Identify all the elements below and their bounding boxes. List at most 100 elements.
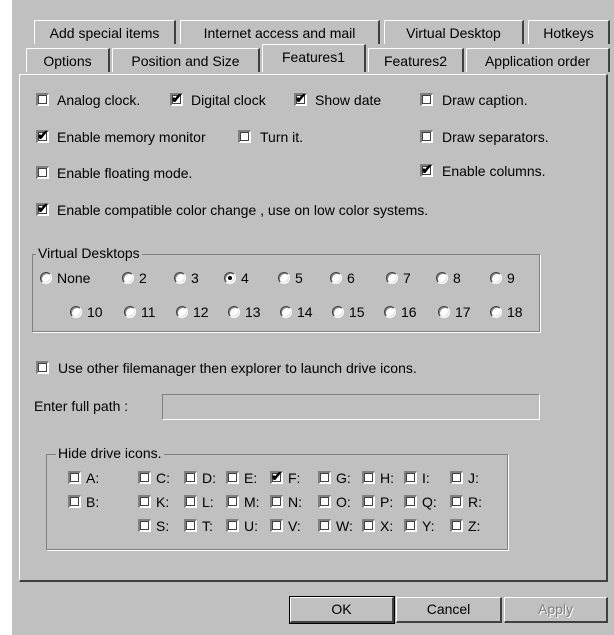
desktop-radio-7[interactable] (386, 272, 398, 284)
memory-monitor-checkbox[interactable]: ✔ (36, 127, 49, 143)
drive-checkbox-d[interactable] (184, 471, 197, 484)
desktop-radio-4[interactable] (224, 272, 236, 284)
ok-button-label: OK (331, 601, 352, 617)
drive-label: M: (244, 494, 260, 510)
filemanager-checkbox[interactable] (36, 361, 49, 374)
desktop-radio-6[interactable] (330, 272, 342, 284)
drive-checkbox-n[interactable] (270, 495, 283, 508)
drive-checkbox-m[interactable] (226, 495, 239, 508)
drive-label: E: (244, 470, 258, 486)
drive-checkbox-p[interactable] (362, 495, 375, 508)
drive-checkbox-x[interactable] (362, 519, 375, 532)
desktop-radio-17[interactable] (438, 306, 450, 318)
desktop-radio-label: 17 (455, 304, 471, 320)
draw-separators-label: Draw separators. (442, 129, 549, 145)
desktop-radio-16[interactable] (384, 306, 396, 318)
drive-label: U: (244, 518, 258, 534)
desktop-radio-5[interactable] (278, 272, 290, 284)
check-mark-icon: ✔ (271, 468, 283, 484)
desktop-radio-14[interactable] (280, 306, 292, 318)
tab-features2[interactable]: Features2 (368, 48, 464, 72)
drive-checkbox-u[interactable] (226, 519, 239, 532)
tab-label: Position and Size (131, 53, 240, 69)
drive-checkbox-e[interactable] (226, 471, 239, 484)
show-date-checkbox[interactable]: ✔ (294, 90, 307, 106)
drive-checkbox-v[interactable] (270, 519, 283, 532)
desktop-radio-12[interactable] (176, 306, 188, 318)
desktop-radio-11[interactable] (124, 306, 136, 318)
desktop-radio-label: 15 (349, 304, 365, 320)
draw-caption-checkbox[interactable] (420, 93, 433, 106)
tab-label: Internet access and mail (203, 25, 356, 41)
desktop-radio-label: 5 (295, 270, 303, 286)
apply-button-label: Apply (537, 601, 574, 617)
desktop-radio-label: 7 (403, 270, 411, 286)
drive-checkbox-s[interactable] (138, 519, 151, 532)
tab-label: Options (43, 53, 92, 69)
drive-checkbox-f[interactable]: ✔ (270, 468, 283, 484)
drive-checkbox-b[interactable] (68, 495, 81, 508)
desktop-radio-label: 14 (297, 304, 313, 320)
virtual-desktops-title: Virtual Desktops (36, 245, 142, 261)
drive-checkbox-j[interactable] (450, 471, 463, 484)
drive-checkbox-o[interactable] (318, 495, 331, 508)
desktop-radio-label: None (57, 270, 91, 286)
tab-internet-access[interactable]: Internet access and mail (180, 20, 380, 44)
drive-label: J: (468, 470, 479, 486)
desktop-radio-label: 4 (241, 270, 249, 286)
desktop-radio-2[interactable] (122, 272, 134, 284)
floating-mode-checkbox[interactable] (36, 166, 49, 179)
desktop-radio-label: 2 (139, 270, 147, 286)
drive-checkbox-z[interactable] (450, 519, 463, 532)
desktop-radio-18[interactable] (490, 306, 502, 318)
drive-label: Y: (422, 518, 435, 534)
drive-checkbox-a[interactable] (68, 471, 81, 484)
desktop-radio-label: 6 (347, 270, 355, 286)
floating-mode-label: Enable floating mode. (57, 165, 193, 181)
drive-label: P: (380, 494, 394, 510)
drive-checkbox-g[interactable] (318, 471, 331, 484)
tab-application-order[interactable]: Application order (466, 48, 610, 72)
drive-checkbox-t[interactable] (184, 519, 197, 532)
enable-columns-checkbox[interactable]: ✔ (420, 161, 433, 177)
tab-features1[interactable]: Features1 (262, 44, 366, 72)
ok-button[interactable]: OK (289, 596, 395, 624)
drive-checkbox-i[interactable] (404, 471, 417, 484)
tab-add-special-items[interactable]: Add special items (34, 20, 176, 44)
cancel-button[interactable]: Cancel (396, 597, 502, 623)
drive-checkbox-y[interactable] (404, 519, 417, 532)
analog-clock-checkbox[interactable] (36, 93, 49, 106)
desktop-radio-13[interactable] (228, 306, 240, 318)
drive-label: N: (288, 494, 302, 510)
tab-position-and-size[interactable]: Position and Size (112, 48, 260, 72)
desktop-radio-9[interactable] (490, 272, 502, 284)
radio-selected-dot (228, 276, 232, 280)
apply-button[interactable]: Apply (504, 597, 608, 623)
desktop-radio-3[interactable] (174, 272, 186, 284)
desktop-radio-none[interactable] (40, 272, 52, 284)
desktop-radio-8[interactable] (436, 272, 448, 284)
turn-it-checkbox[interactable] (238, 130, 251, 143)
compatible-color-label: Enable compatible color change , use on … (57, 202, 429, 218)
tab-options[interactable]: Options (26, 48, 110, 72)
draw-separators-checkbox[interactable] (420, 130, 433, 143)
tab-label: Application order (484, 53, 591, 69)
desktop-radio-15[interactable] (332, 306, 344, 318)
tab-virtual-desktop[interactable]: Virtual Desktop (384, 20, 524, 44)
drive-checkbox-q[interactable] (404, 495, 417, 508)
drive-label: Z: (468, 518, 481, 534)
memory-monitor-label: Enable memory monitor (57, 129, 206, 145)
drive-checkbox-w[interactable] (318, 519, 331, 532)
drive-checkbox-k[interactable] (138, 495, 151, 508)
drive-checkbox-r[interactable] (450, 495, 463, 508)
tab-label: Hotkeys (543, 25, 594, 41)
drive-checkbox-l[interactable] (184, 495, 197, 508)
compatible-color-checkbox[interactable]: ✔ (36, 200, 49, 216)
digital-clock-checkbox[interactable]: ✔ (170, 90, 183, 106)
tab-hotkeys[interactable]: Hotkeys (528, 20, 610, 44)
drive-checkbox-h[interactable] (362, 471, 375, 484)
path-input[interactable] (162, 394, 540, 420)
drive-checkbox-c[interactable] (138, 471, 151, 484)
desktop-radio-10[interactable] (70, 306, 82, 318)
drive-label: Q: (422, 494, 437, 510)
